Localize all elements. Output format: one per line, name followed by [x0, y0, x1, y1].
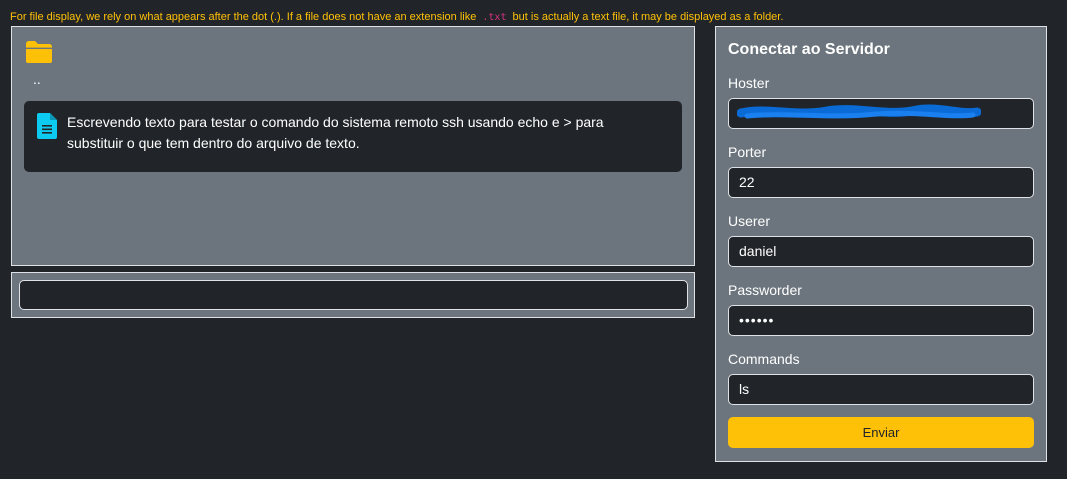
redaction-scribble	[737, 104, 981, 119]
submit-button[interactable]: Enviar	[728, 417, 1034, 448]
command-output-panel	[11, 272, 695, 318]
command-output-field[interactable]	[19, 280, 688, 310]
host-input[interactable]	[728, 98, 1034, 129]
parent-directory-link[interactable]: ..	[33, 71, 41, 87]
notice-text-end: but is actually a text file, it may be d…	[512, 11, 784, 23]
password-label: Passworder	[728, 282, 802, 298]
folder-icon[interactable]	[25, 40, 53, 64]
host-label: Hoster	[728, 75, 770, 91]
user-input[interactable]: daniel	[728, 236, 1034, 267]
notice-text: For file display, we rely on what appear…	[10, 11, 477, 23]
password-input[interactable]: ••••••	[728, 305, 1034, 336]
port-label: Porter	[728, 144, 767, 160]
notice-code: .txt	[482, 12, 507, 23]
port-input[interactable]: 22	[728, 167, 1034, 198]
form-title: Conectar ao Servidor	[728, 41, 890, 58]
text-file-icon	[37, 113, 57, 139]
command-input[interactable]: ls	[728, 374, 1034, 405]
file-display-notice: For file display, we rely on what appear…	[10, 11, 783, 24]
command-label: Commands	[728, 351, 800, 367]
user-label: Userer	[728, 213, 771, 229]
connect-form: Conectar ao Servidor Hoster Porter 22 Us…	[715, 26, 1047, 462]
file-item[interactable]: Escrevendo texto para testar o comando d…	[24, 101, 682, 172]
file-name: Escrevendo texto para testar o comando d…	[67, 114, 604, 151]
file-browser-panel: .. Escrevendo texto para testar o comand…	[11, 26, 695, 266]
